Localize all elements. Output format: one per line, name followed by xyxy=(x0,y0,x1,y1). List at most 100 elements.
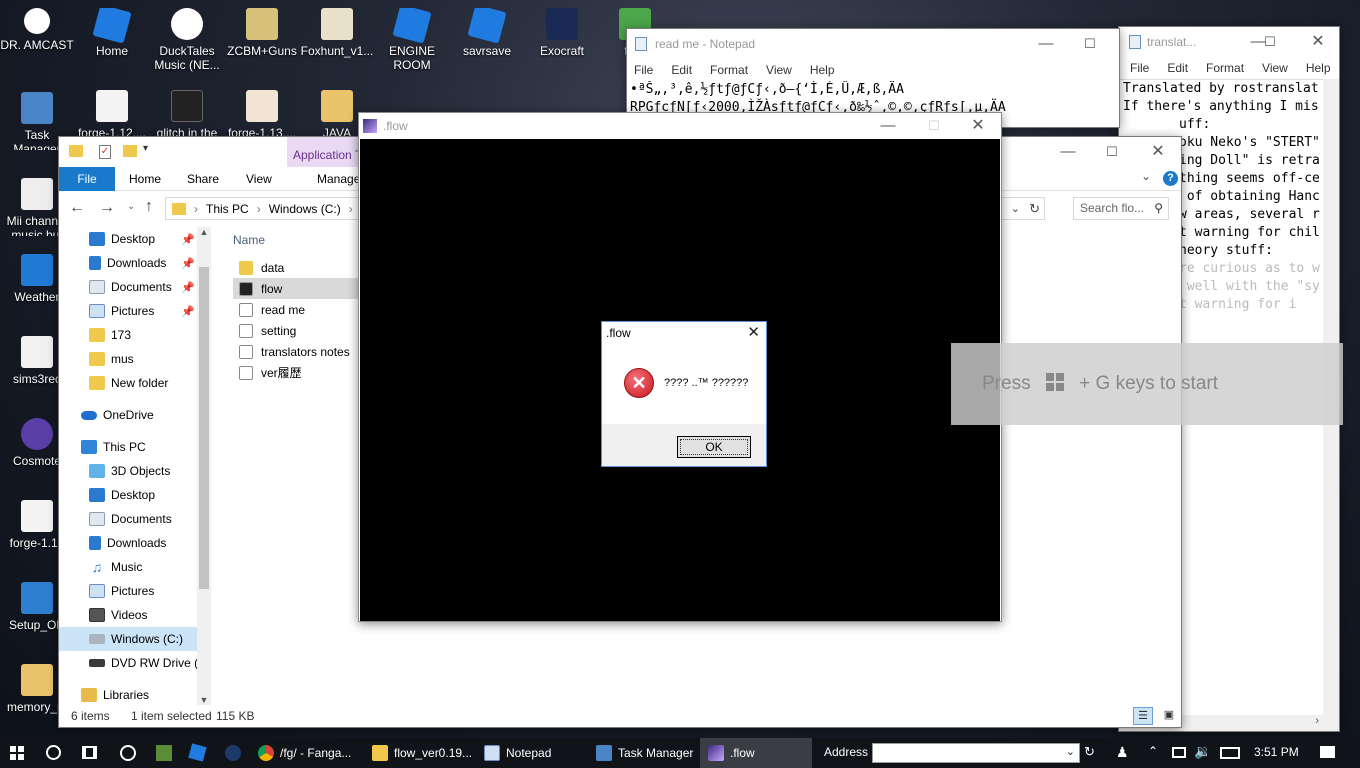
maximize-button[interactable]: ☐ xyxy=(1067,29,1113,59)
close-button[interactable]: ✕ xyxy=(955,113,1001,139)
search-box[interactable]: Search flo... ⚲ xyxy=(1073,197,1169,220)
properties-icon[interactable]: ✓ xyxy=(99,145,111,159)
nav-quick-downloads[interactable]: Downloads 📌 xyxy=(89,251,195,275)
menu-file[interactable]: File xyxy=(1130,61,1149,75)
nav-documents[interactable]: Documents xyxy=(89,507,172,531)
expand-ribbon-icon[interactable]: ⌄ xyxy=(1141,169,1151,183)
close-button[interactable]: ✕ xyxy=(1295,27,1341,57)
network-icon[interactable] xyxy=(1172,747,1186,758)
address-toolbar-input[interactable]: ⌄ xyxy=(872,743,1080,763)
keyboard-icon[interactable] xyxy=(1220,747,1240,759)
show-hidden-icons[interactable]: ⌃ xyxy=(1148,744,1158,758)
address-dropdown-icon[interactable]: ⌄ xyxy=(1066,745,1075,758)
minecraft-icon[interactable] xyxy=(156,745,172,761)
maximize-button[interactable]: ☐ xyxy=(1247,27,1293,57)
desktop-icon-foxhunt[interactable]: Foxhunt_v1... xyxy=(300,8,374,58)
task-view-icon[interactable] xyxy=(82,746,97,759)
tab-home[interactable]: Home xyxy=(129,167,161,191)
nav-quick-desktop[interactable]: Desktop 📌 xyxy=(89,227,195,251)
desktop-icon-engine-room[interactable]: ENGINE ROOM xyxy=(375,8,449,74)
menu-view[interactable]: View xyxy=(766,63,792,77)
desktop-icon-ducktales[interactable]: DuckTales Music (NE... xyxy=(150,8,224,74)
recent-locations-icon[interactable]: ⌄ xyxy=(127,201,135,212)
start-windows-icon[interactable] xyxy=(10,746,24,760)
minimize-button[interactable]: — xyxy=(1023,29,1069,59)
people-icon[interactable]: ♟ xyxy=(1116,744,1129,761)
desktop-icon-forge-113[interactable]: forge-1.13.... xyxy=(225,90,299,140)
address-go-icon[interactable]: ↻ xyxy=(1084,744,1095,760)
desktop-icon-savrsave[interactable]: savrsave xyxy=(450,8,524,58)
nav-quick-mus[interactable]: mus xyxy=(89,347,134,371)
scroll-down-icon[interactable]: ▼ xyxy=(197,695,211,705)
large-icons-view-icon[interactable]: ▣ xyxy=(1159,707,1179,725)
close-icon[interactable]: ✕ xyxy=(747,322,760,344)
pinned-app-icon-1[interactable] xyxy=(120,745,136,761)
menu-help[interactable]: Help xyxy=(1306,61,1331,75)
nav-this-pc[interactable]: This PC xyxy=(81,435,146,459)
cortana-search-icon[interactable] xyxy=(46,745,61,760)
desktop-icon-zcbm[interactable]: ZCBM+Guns xyxy=(225,8,299,58)
menu-format[interactable]: Format xyxy=(710,63,748,77)
minimize-button[interactable]: — xyxy=(1045,137,1091,167)
maximize-button[interactable]: ☐ xyxy=(1089,137,1135,167)
file-item-flow[interactable]: flow xyxy=(233,278,361,299)
taskbar-item-flow[interactable]: .flow xyxy=(700,738,812,768)
menu-file[interactable]: File xyxy=(634,63,653,77)
refresh-icon[interactable]: ↻ xyxy=(1029,201,1040,217)
nav-libraries[interactable]: Libraries xyxy=(81,683,149,705)
help-icon[interactable]: ? xyxy=(1163,171,1178,186)
desktop-icon-dr-amcast[interactable]: DR. AMCAST xyxy=(0,8,74,52)
nav-quick-173[interactable]: 173 xyxy=(89,323,131,347)
forward-icon[interactable]: → xyxy=(99,199,115,217)
up-icon[interactable]: ↑ xyxy=(145,198,153,216)
tab-share[interactable]: Share xyxy=(187,167,219,191)
customize-toolbar-icon[interactable]: ▾ xyxy=(143,143,148,154)
back-icon[interactable]: ← xyxy=(69,199,85,217)
nav-downloads[interactable]: Downloads xyxy=(89,531,166,555)
file-item-data[interactable]: data xyxy=(233,257,361,278)
menu-edit[interactable]: Edit xyxy=(1167,61,1188,75)
taskbar-item-notepad[interactable]: Notepad xyxy=(476,738,588,768)
nav-windows-c[interactable]: Windows (C:) xyxy=(59,627,197,651)
file-item-setting[interactable]: setting xyxy=(233,320,361,341)
scroll-up-icon[interactable]: ▲ xyxy=(197,227,211,237)
menu-format[interactable]: Format xyxy=(1206,61,1244,75)
taskbar-item-task-manager[interactable]: Task Manager xyxy=(588,738,700,768)
nav-pictures[interactable]: Pictures xyxy=(89,579,154,603)
action-center-icon[interactable] xyxy=(1320,746,1335,758)
breadcrumb-drive[interactable]: Windows (C:) xyxy=(269,202,341,216)
ok-button[interactable]: OK xyxy=(677,436,751,458)
desktop-icon-glitch[interactable]: glitch in the xyxy=(150,90,224,140)
volume-icon[interactable]: 🔉 xyxy=(1194,743,1211,760)
nav-quick-documents[interactable]: Documents 📌 xyxy=(89,275,195,299)
nav-3d-objects[interactable]: 3D Objects xyxy=(89,459,170,483)
close-button[interactable]: ✕ xyxy=(1135,137,1181,167)
nav-onedrive[interactable]: OneDrive xyxy=(81,403,154,427)
context-tab-application-tools[interactable]: Application Tools xyxy=(287,137,359,167)
column-header-name[interactable]: Name xyxy=(233,233,265,247)
taskbar-item-chrome[interactable]: /fg/ - Fanga... xyxy=(250,738,362,768)
minimize-button[interactable]: — xyxy=(865,113,911,139)
scroll-thumb[interactable] xyxy=(199,267,209,589)
desktop-icon-home[interactable]: Home xyxy=(75,8,149,58)
menu-edit[interactable]: Edit xyxy=(671,63,692,77)
nav-videos[interactable]: Videos xyxy=(89,603,147,627)
nav-quick-new-folder[interactable]: New folder xyxy=(89,371,168,395)
steam-icon[interactable] xyxy=(225,745,241,761)
breadcrumb-this-pc[interactable]: This PC xyxy=(206,202,249,216)
tab-view[interactable]: View xyxy=(246,167,272,191)
desktop-icon-exocraft[interactable]: Exocraft xyxy=(525,8,599,58)
new-folder-icon[interactable] xyxy=(123,145,137,157)
desktop-icon-forge-112[interactable]: forge-1.12.... xyxy=(75,90,149,140)
file-item-ver-history[interactable]: ver履歴 xyxy=(233,362,361,383)
taskbar-item-folder[interactable]: flow_ver0.19... xyxy=(364,738,476,768)
maximize-button[interactable]: ☐ xyxy=(911,113,957,139)
file-item-read-me[interactable]: read me xyxy=(233,299,361,320)
nav-music[interactable]: ♫ Music xyxy=(89,555,143,579)
nav-dvd-drive[interactable]: DVD RW Drive (E xyxy=(89,651,206,675)
address-dropdown-icon[interactable]: ⌄ xyxy=(1011,202,1020,215)
navigation-scrollbar[interactable]: ▲ ▼ xyxy=(197,227,211,705)
details-view-icon[interactable]: ☰ xyxy=(1133,707,1153,725)
roblox-icon[interactable] xyxy=(188,743,207,762)
tab-manage[interactable]: Manage xyxy=(317,167,360,191)
